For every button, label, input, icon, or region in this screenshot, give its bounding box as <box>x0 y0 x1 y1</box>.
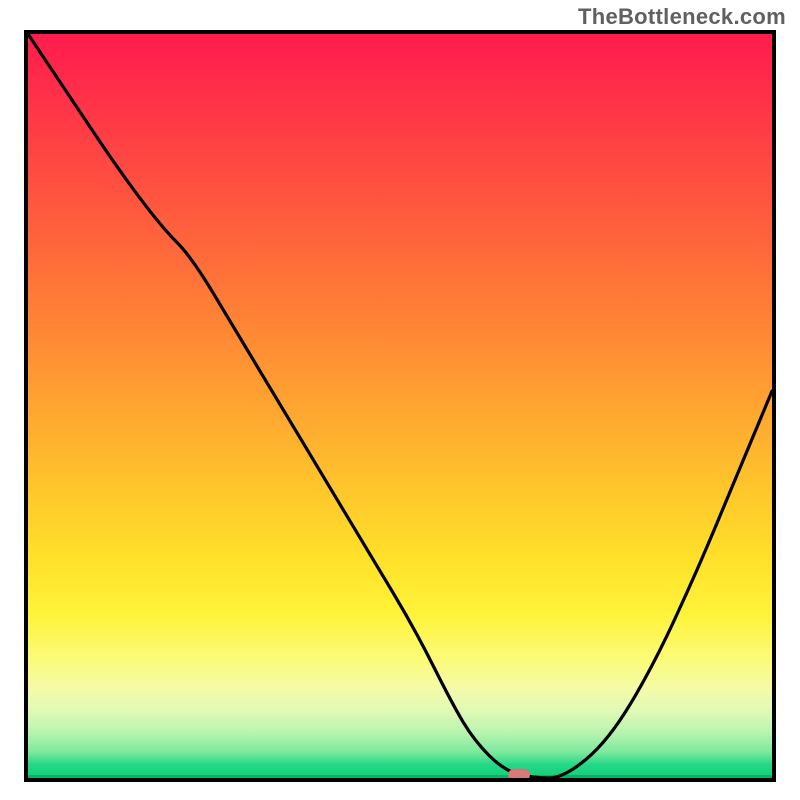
bottleneck-curve <box>28 34 772 778</box>
optimum-marker <box>508 769 530 781</box>
plot-frame <box>24 30 776 782</box>
curve-path <box>28 34 772 778</box>
branding-label[interactable]: TheBottleneck.com <box>578 4 786 30</box>
chart-container: TheBottleneck.com <box>0 0 800 800</box>
